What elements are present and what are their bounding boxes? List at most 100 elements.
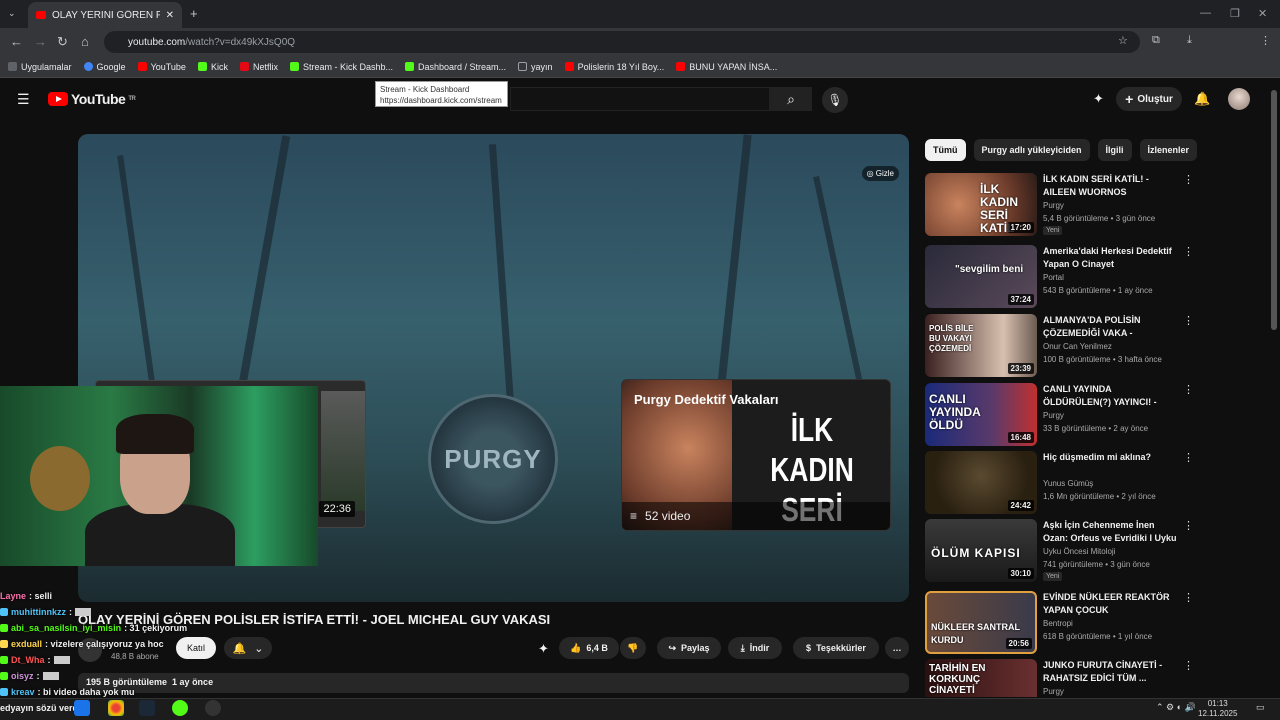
bookmark-label: YouTube [150, 61, 186, 72]
recommendation-item[interactable]: CANLI YAYINDA ÖLDÜ 16:48 CANLI YAYINDA ÖL… [925, 383, 1195, 446]
home-icon[interactable]: ⌂ [81, 34, 89, 49]
rec-menu-icon[interactable]: ⋮ [1183, 451, 1194, 464]
chevron-down-icon: ⌄ [254, 642, 264, 655]
chat-text: : [69, 607, 72, 617]
recommendation-item[interactable]: TARİHİN EN KORKUNÇ CİNAYETİ JUNKO FURUTA… [925, 659, 1195, 697]
reload-icon[interactable]: ↻ [57, 34, 68, 50]
recommendation-item[interactable]: ÖLÜM KAPISI 30:10 Aşkı İçin Cehenneme İne… [925, 519, 1195, 582]
recommendation-item[interactable]: NÜKLEER SANTRAL KURDU 20:56 EVİNDE NÜKLEE… [925, 591, 1195, 654]
voice-search-button[interactable]: 🎙 [822, 87, 848, 113]
address-bar[interactable]: youtube.com/watch?v=dx49kXJsQ0Q [104, 31, 1140, 53]
like-button[interactable]: 👍 6,4 B [559, 637, 619, 659]
notifications-bell-icon[interactable]: 🔔 [1194, 91, 1210, 107]
chrome-taskbar-icon[interactable] [108, 700, 124, 716]
recommendation-item[interactable]: POLİS BİLE BU VAKAYI ÇÖZEMEDİ 23:39 ALMAN… [925, 314, 1195, 377]
steam-taskbar-icon[interactable] [139, 700, 155, 716]
dislike-button[interactable]: 👎 [620, 637, 646, 659]
restore-icon[interactable]: ❐ [1230, 7, 1240, 20]
emote-icon [75, 608, 91, 616]
clock-date: 12.11.2025 [1198, 709, 1238, 718]
notifications-icon[interactable]: ▭ [1256, 702, 1265, 713]
chip-related[interactable]: İlgili [1097, 139, 1132, 161]
bookmark-item[interactable]: Dashboard / Stream... [405, 62, 506, 72]
share-label: Paylaş [681, 643, 710, 653]
rec-duration: 24:42 [1007, 500, 1034, 511]
new-badge: Yeni [1043, 226, 1063, 235]
rec-menu-icon[interactable]: ⋮ [1183, 591, 1194, 604]
rec-meta: 5,4 B görüntüleme • 3 gün önce [1043, 214, 1156, 223]
premium-icon[interactable]: ✦ [1093, 91, 1104, 107]
search-button[interactable]: ⌕ [770, 87, 812, 111]
extensions-icon[interactable]: ⧉ [1152, 34, 1160, 47]
page-scrollbar[interactable] [1271, 90, 1277, 330]
chip-all[interactable]: Tümü [925, 139, 966, 161]
rec-thumbnail: POLİS BİLE BU VAKAYI ÇÖZEMEDİ 23:39 [925, 314, 1037, 377]
kick-icon [197, 62, 207, 71]
bookmark-item[interactable]: Polislerin 18 Yıl Boy... [564, 62, 664, 72]
bookmark-item[interactable]: Netflix [239, 62, 278, 72]
recommendation-item[interactable]: "sevgilim beni 37:24 Amerika'daki Herkesi… [925, 245, 1195, 308]
bookmark-label: Kick [210, 61, 228, 72]
minimize-icon[interactable]: — [1200, 7, 1211, 19]
chat-user: oisyz [11, 671, 34, 681]
hamburger-menu-icon[interactable]: ☰ [17, 91, 30, 108]
close-window-icon[interactable]: ✕ [1258, 7, 1267, 20]
rec-channel: Purgy [1043, 687, 1064, 696]
more-actions-button[interactable]: … [885, 637, 909, 659]
search-input[interactable] [510, 87, 770, 111]
rec-menu-icon[interactable]: ⋮ [1183, 245, 1194, 258]
avatar[interactable] [1228, 88, 1250, 110]
thanks-button[interactable]: $ Teşekkürler [793, 637, 879, 659]
rec-channel: Portal [1043, 273, 1064, 282]
url-path: /watch?v=dx49kXJsQ0Q [185, 36, 296, 48]
bookmark-label: Dashboard / Stream... [418, 61, 507, 72]
bookmark-item[interactable]: yayın [518, 62, 553, 72]
bookmark-item[interactable]: Kick [197, 61, 228, 72]
create-button[interactable]: + Oluştur [1116, 87, 1182, 111]
tab-close-icon[interactable]: ✕ [166, 10, 174, 21]
google-icon [83, 62, 93, 71]
bookmark-item[interactable]: Stream - Kick Dashb... [289, 62, 393, 72]
youtube-icon [676, 62, 686, 71]
rec-menu-icon[interactable]: ⋮ [1183, 519, 1194, 532]
rec-menu-icon[interactable]: ⋮ [1183, 383, 1194, 396]
share-button[interactable]: ↪ Paylaş [657, 637, 721, 659]
menu-dots-icon[interactable]: ⋮ [1260, 34, 1271, 47]
bookmark-star-icon[interactable]: ☆ [1118, 34, 1128, 47]
playlist-thumb-line1: İLK KADIN [770, 411, 854, 488]
chip-watched[interactable]: İzlenenler [1139, 139, 1198, 161]
back-icon[interactable]: ← [10, 34, 23, 49]
background-tree [813, 175, 869, 413]
taskbar-app-icon[interactable] [74, 700, 90, 716]
rec-thumb-text: "sevgilim beni [955, 264, 1024, 275]
recommendation-item[interactable]: İLK KADIN SERİ KATİL 17:20 İLK KADIN SERİ… [925, 173, 1195, 236]
rec-duration: 20:56 [1005, 638, 1032, 649]
rec-meta: 618 B görüntüleme • 1 yıl önce [1043, 632, 1153, 641]
hide-cards-button[interactable]: ◎ Gizle [861, 166, 899, 181]
tab-list-icon[interactable]: ⌄ [8, 8, 16, 19]
new-tab-icon[interactable]: + [190, 6, 198, 21]
obs-taskbar-icon[interactable] [205, 700, 221, 716]
rec-channel: Onur Can Yenilmez [1043, 342, 1112, 351]
chip-from-uploader[interactable]: Purgy adlı yükleyiciden [973, 139, 1090, 161]
forward-icon[interactable]: → [34, 34, 47, 49]
chat-badge-icon [0, 624, 8, 632]
taskbar-clock[interactable]: 01:13 12.11.2025 [1198, 699, 1237, 719]
rec-menu-icon[interactable]: ⋮ [1183, 314, 1194, 327]
chat-message: oisyz: [0, 668, 240, 684]
rec-menu-icon[interactable]: ⋮ [1183, 173, 1194, 186]
bookmark-item[interactable]: BUNU YAPAN İNSA... [676, 62, 777, 72]
ask-icon[interactable]: ✦ [538, 641, 549, 657]
bookmark-item[interactable]: Google [83, 62, 126, 72]
download-button[interactable]: ⤓ İndir [728, 637, 782, 659]
rec-menu-icon[interactable]: ⋮ [1183, 659, 1194, 672]
tray-icons[interactable]: ⌃ ⚙ ◐ 🔊 [1156, 702, 1196, 713]
download-icon[interactable]: ⤓ [1187, 34, 1192, 47]
bookmark-item[interactable]: Uygulamalar [8, 62, 72, 72]
bookmark-item[interactable]: YouTube [137, 61, 186, 72]
endscreen-playlist-card[interactable]: Purgy Dedektif Vakaları İLK KADINSERİ KA… [621, 379, 891, 531]
youtube-logo[interactable]: YouTube TR [48, 91, 136, 107]
recommendation-item[interactable]: 24:42 Hiç düşmedim mi aklına? Yunus Gümü… [925, 451, 1195, 514]
kick-taskbar-icon[interactable] [172, 700, 188, 716]
browser-tab-active[interactable]: OLAY YERİNİ GÖREN POLİSLER ✕ [28, 2, 182, 28]
